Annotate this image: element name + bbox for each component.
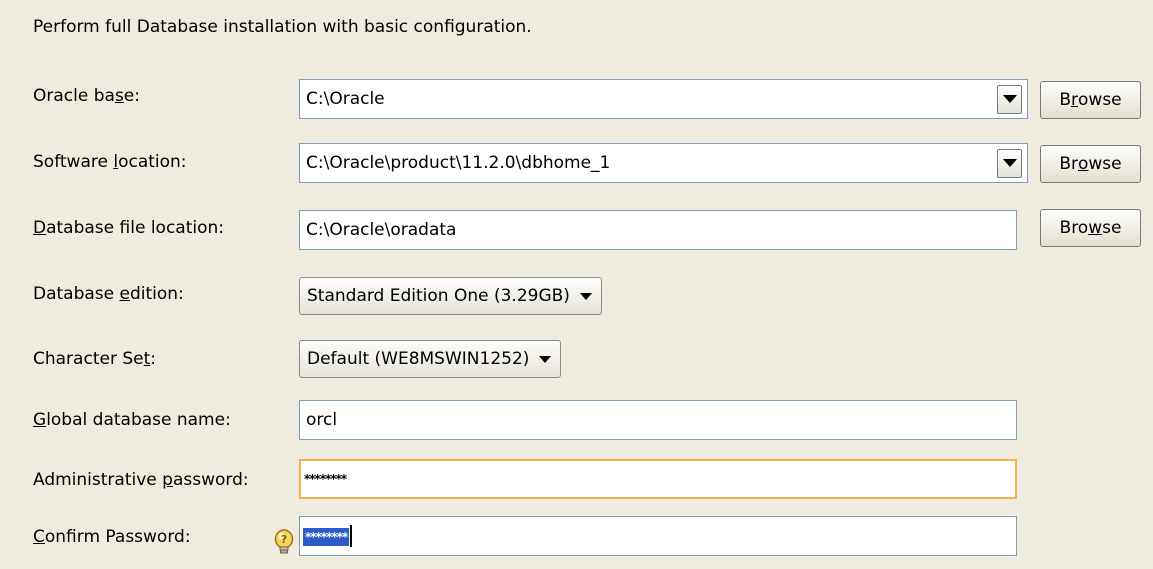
db-edition-dropdown[interactable]: Standard Edition One (3.29GB) xyxy=(299,277,602,315)
software-location-label: Software location: xyxy=(33,152,187,172)
global-db-name-label: Global database name: xyxy=(33,410,231,430)
db-file-location-value[interactable]: C:\Oracle\oradata xyxy=(306,220,1016,240)
db-file-location-label: Database file location: xyxy=(33,218,224,238)
charset-dropdown[interactable]: Default (WE8MSWIN1252) xyxy=(299,340,562,378)
confirm-password-label: Confirm Password: xyxy=(33,527,191,547)
charset-value: Default (WE8MSWIN1252) xyxy=(307,349,530,369)
admin-password-input[interactable]: ******** xyxy=(299,459,1017,499)
oracle-base-value[interactable]: C:\Oracle xyxy=(306,89,997,109)
text-caret xyxy=(350,525,353,547)
global-db-name-input[interactable]: orcl xyxy=(299,400,1017,440)
hint-bulb-icon[interactable]: ? xyxy=(271,528,297,556)
admin-password-value[interactable]: ******** xyxy=(304,472,1015,486)
software-location-value[interactable]: C:\Oracle\product\11.2.0\dbhome_1 xyxy=(306,153,997,173)
intro-text: Perform full Database installation with … xyxy=(33,17,532,37)
oracle-base-label: Oracle base: xyxy=(33,86,140,106)
db-file-location-input[interactable]: C:\Oracle\oradata xyxy=(299,210,1017,250)
oracle-base-combo[interactable]: C:\Oracle xyxy=(299,79,1028,119)
admin-password-label: Administrative password: xyxy=(33,470,249,490)
confirm-password-input[interactable]: ******** xyxy=(299,516,1017,556)
chevron-down-icon[interactable] xyxy=(997,84,1022,114)
db-edition-label: Database edition: xyxy=(33,284,184,304)
chevron-down-icon[interactable] xyxy=(997,148,1022,178)
charset-label: Character Set: xyxy=(33,349,156,369)
oracle-base-browse-button[interactable]: Br owse xyxy=(1040,81,1141,119)
software-location-combo[interactable]: C:\Oracle\product\11.2.0\dbhome_1 xyxy=(299,143,1028,183)
confirm-password-value[interactable]: ******** xyxy=(303,528,350,546)
svg-text:?: ? xyxy=(281,533,287,546)
chevron-down-icon xyxy=(579,292,592,300)
global-db-name-value[interactable]: orcl xyxy=(306,410,1016,430)
software-location-browse-button[interactable]: Br o wse xyxy=(1040,145,1141,183)
db-edition-value: Standard Edition One (3.29GB) xyxy=(307,286,570,306)
db-file-location-browse-button[interactable]: Bro w se xyxy=(1040,209,1141,247)
chevron-down-icon xyxy=(539,355,552,363)
